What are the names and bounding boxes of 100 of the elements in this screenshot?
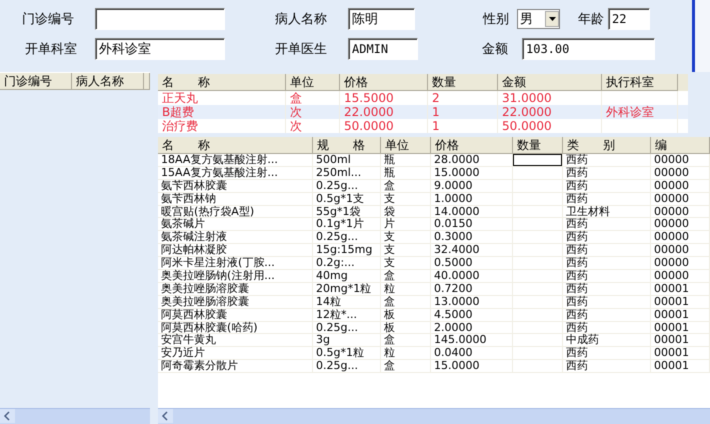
table-cell: 安宫牛黄丸 [161, 333, 216, 346]
table-cell: 西药 [566, 192, 588, 205]
table-cell: 治疗费 [162, 119, 198, 133]
table-cell: 支 [384, 230, 395, 244]
table-cell: 00001 [654, 359, 689, 372]
column-header[interactable]: 名 称 [158, 137, 313, 154]
table-cell: 粒 [384, 346, 395, 360]
column-header[interactable]: 类 别 [563, 137, 651, 154]
table-cell: 氨茶碱片 [161, 217, 205, 230]
table-cell: 00000 [654, 204, 689, 218]
table-cell: 盒 [290, 91, 302, 105]
table-cell: 0.5g*1粒 [316, 346, 364, 360]
input-field[interactable]: ADMIN [348, 38, 418, 60]
column-header[interactable]: 价格 [340, 74, 428, 91]
field-label: 病人名称 [275, 11, 328, 28]
table-cell: 40.0000 [434, 269, 480, 282]
input-field[interactable]: 103.00 [522, 38, 655, 60]
table-cell: 0.25g... [316, 230, 358, 244]
table-cell: 0.2g:... [316, 256, 355, 270]
table-cell: 3g [316, 333, 330, 346]
table-cell: 盒 [384, 333, 395, 346]
table-cell: 0.1g*1片 [316, 217, 364, 230]
column-header[interactable]: 门诊编号 [0, 73, 72, 90]
table-cell: 40mg [316, 269, 348, 282]
table-cell: 中成药 [566, 333, 599, 346]
table-cell: 0.7200 [434, 282, 472, 295]
column-header[interactable]: 编 [651, 137, 710, 154]
field-label: 金额 [482, 41, 509, 58]
column-header[interactable]: 规 格 [313, 137, 381, 154]
field-label: 性别 [483, 11, 510, 28]
table-cell: 奥美拉唑肠溶胶囊 [161, 294, 249, 308]
table-cell: 15.5000 [344, 91, 394, 105]
quantity-field[interactable] [513, 154, 562, 166]
table-cell: 00000 [654, 256, 689, 270]
table-cell: 31.0000 [502, 91, 552, 105]
table-cell: 12粒*... [316, 308, 357, 321]
table-cell: 板 [384, 320, 395, 334]
input-field[interactable]: 外科诊室 [95, 38, 225, 60]
scrollbar[interactable] [158, 408, 710, 424]
table-cell: 00000 [654, 192, 689, 205]
table-cell: 50.0000 [502, 119, 552, 133]
input-field[interactable]: 陈明 [348, 8, 415, 30]
table-cell: 阿达帕林凝胶 [161, 243, 227, 256]
field-label: 门诊编号 [22, 11, 75, 28]
column-header[interactable]: 单位 [381, 137, 431, 154]
panel-border [692, 0, 710, 72]
table-cell: 西药 [566, 346, 588, 360]
input-field[interactable] [95, 8, 225, 30]
table-cell: 西药 [566, 294, 588, 308]
table-cell: 15AA复方氨基酸注射... [161, 166, 278, 179]
column-header[interactable]: 单位 [286, 74, 340, 91]
table-cell: 支 [384, 192, 395, 205]
column-header[interactable]: 执行科室 [602, 74, 678, 91]
column-header[interactable]: 数量 [428, 74, 498, 91]
table-cell: 50.0000 [344, 119, 394, 133]
table-cell: 阿莫西林胶囊 [161, 308, 227, 321]
table-cell: 0.0400 [434, 346, 472, 360]
table-cell: 西药 [566, 243, 588, 256]
column-header[interactable]: 价格 [431, 137, 513, 154]
table-row[interactable]: B超费 次 22.0000 1 22.0000 外科诊室 [158, 105, 688, 119]
table-cell: 00001 [654, 308, 689, 321]
table-cell: 瓶 [384, 154, 395, 166]
table-cell: 氨苄西林钠 [161, 192, 216, 205]
table-cell: 00000 [654, 154, 689, 166]
input-field[interactable]: 22 [608, 8, 650, 30]
dropdown[interactable]: 男 [517, 9, 560, 29]
column-header[interactable]: 名 称 [158, 74, 286, 91]
table-row[interactable]: 治疗费 次 50.0000 1 50.0000 [158, 119, 688, 133]
table-cell: 盒 [384, 178, 395, 192]
table-cell: 西药 [566, 269, 588, 282]
table-cell: 次 [290, 119, 302, 133]
table-cell: 55g*1袋 [316, 204, 360, 218]
table-cell: 00001 [654, 294, 689, 308]
table-cell: 瓶 [384, 166, 395, 179]
table-cell: 00001 [654, 282, 689, 295]
table-cell: 支 [384, 256, 395, 270]
table-cell: 粒 [384, 282, 395, 295]
scroll-left-icon[interactable] [158, 409, 173, 423]
table-cell: 暖宫贴(热疗袋A型) [161, 204, 254, 218]
table-cell: 支 [384, 243, 395, 256]
table-cell: 西药 [566, 282, 588, 295]
table-cell: 00000 [654, 217, 689, 230]
column-header[interactable]: 金额 [498, 74, 602, 91]
table-cell: 20mg*1粒 [316, 282, 372, 295]
table-cell: 28.0000 [434, 154, 480, 166]
table-cell: 西药 [566, 256, 588, 270]
table-cell: 西药 [566, 308, 588, 321]
table-cell: 9.0000 [434, 178, 472, 192]
table-cell: 西药 [566, 230, 588, 244]
scrollbar[interactable] [0, 408, 150, 424]
table-cell: 0.5000 [434, 256, 472, 270]
table-cell: 2 [432, 91, 440, 105]
table-cell: 22.0000 [502, 105, 552, 119]
scroll-left-icon[interactable] [0, 409, 15, 423]
table-cell: 袋 [384, 204, 395, 218]
column-header[interactable]: 病人名称 [72, 73, 144, 90]
table-cell: 正天丸 [162, 91, 198, 105]
table-cell: 盒 [384, 269, 395, 282]
table-cell: 1.0000 [434, 192, 472, 205]
table-cell: 18AA复方氨基酸注射... [161, 154, 278, 166]
